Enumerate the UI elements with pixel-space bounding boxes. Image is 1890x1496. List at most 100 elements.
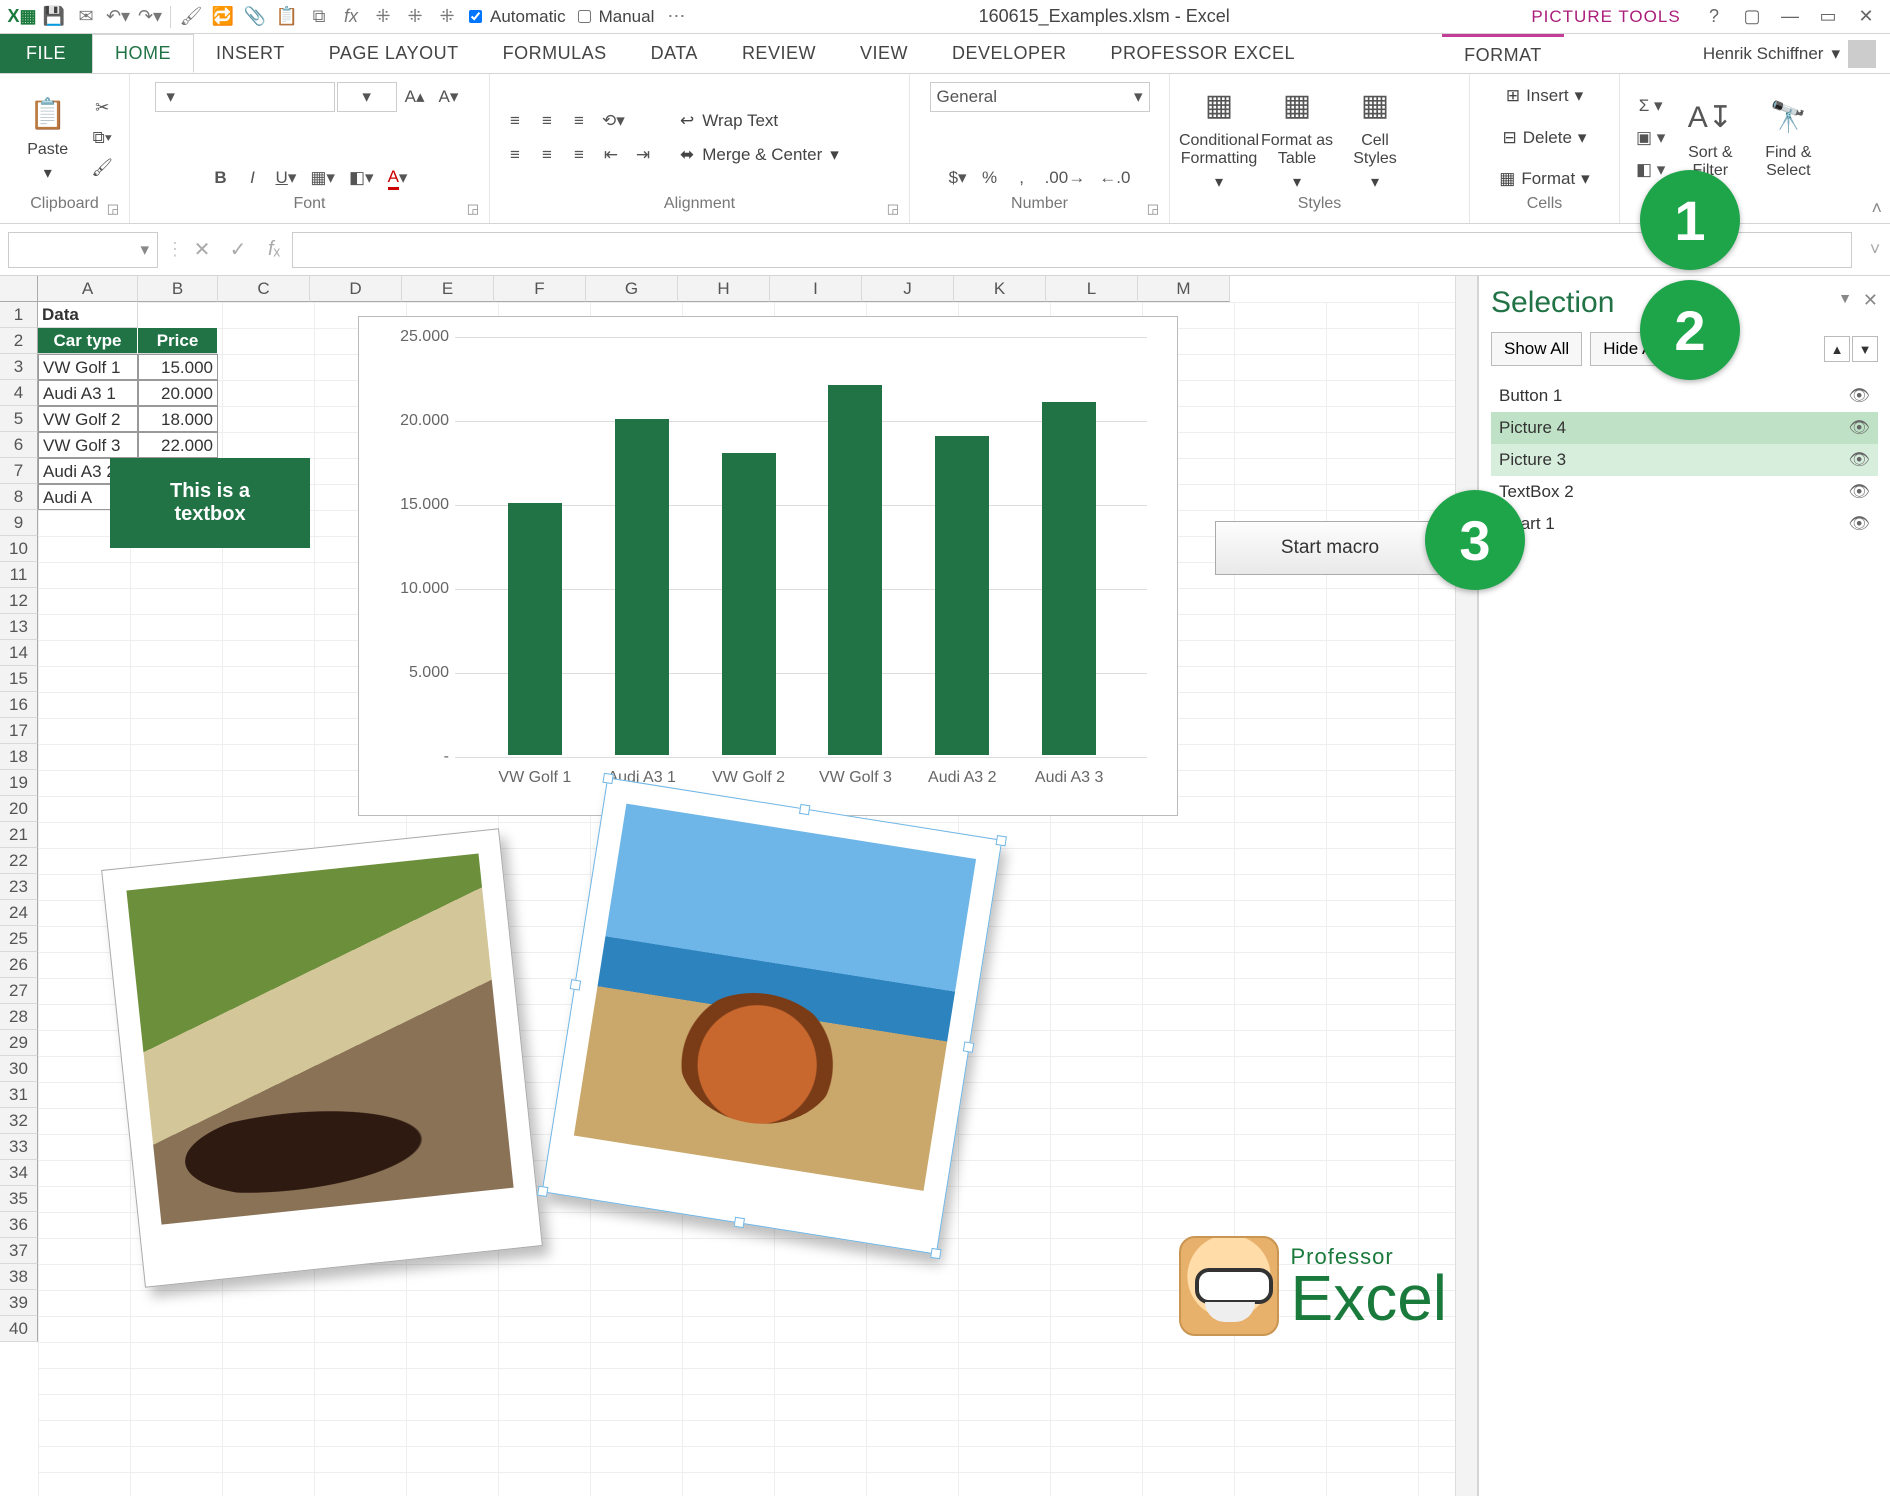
visibility-toggle-icon[interactable]: 👁 xyxy=(1848,418,1870,438)
row-2[interactable]: 2 xyxy=(0,328,38,354)
group-icon[interactable]: ⁜ xyxy=(367,3,399,31)
format-as-table-button[interactable]: ▦Format as Table▾ xyxy=(1258,84,1336,192)
tab-professor-excel[interactable]: PROFESSOR EXCEL xyxy=(1089,34,1318,73)
help-icon[interactable]: ? xyxy=(1696,6,1732,27)
col-A[interactable]: A xyxy=(38,276,138,302)
row-14[interactable]: 14 xyxy=(0,640,38,666)
row-10[interactable]: 10 xyxy=(0,536,38,562)
tab-formulas[interactable]: FORMULAS xyxy=(481,34,629,73)
row-9[interactable]: 9 xyxy=(0,510,38,536)
row-18[interactable]: 18 xyxy=(0,744,38,770)
cell-B4[interactable]: 20.000 xyxy=(138,380,218,406)
row-4[interactable]: 4 xyxy=(0,380,38,406)
accounting-icon[interactable]: $▾ xyxy=(943,163,973,193)
decrease-decimal-icon[interactable]: ←.0 xyxy=(1093,163,1136,193)
selection-item[interactable]: Chart 1👁 xyxy=(1491,508,1878,540)
row-21[interactable]: 21 xyxy=(0,822,38,848)
autosum-icon[interactable]: Σ ▾ xyxy=(1630,91,1671,121)
worksheet-grid[interactable]: A B C D E F G H I J K L M 12345678910111… xyxy=(0,276,1478,1496)
redo-icon[interactable]: ↷▾ xyxy=(134,3,166,31)
enter-formula-icon[interactable]: ✓ xyxy=(220,237,256,262)
row-15[interactable]: 15 xyxy=(0,666,38,692)
copy-icon[interactable]: ⧉▾ xyxy=(85,123,119,153)
alignment-launcher-icon[interactable]: ◲ xyxy=(887,201,899,217)
selection-handle-icon[interactable] xyxy=(602,773,613,784)
cell-B5[interactable]: 18.000 xyxy=(138,406,218,432)
minimize-icon[interactable]: — xyxy=(1772,6,1808,27)
col-K[interactable]: K xyxy=(954,276,1046,302)
row-28[interactable]: 28 xyxy=(0,1004,38,1030)
indent-dec-icon[interactable]: ⇤ xyxy=(596,140,626,170)
taskpane-menu-icon[interactable]: ▼ xyxy=(1838,290,1852,306)
font-family-combo[interactable]: ▾ xyxy=(155,82,335,112)
close-icon[interactable]: ✕ xyxy=(1848,6,1884,27)
row-31[interactable]: 31 xyxy=(0,1082,38,1108)
ungroup-icon[interactable]: ⁜ xyxy=(399,3,431,31)
selection-handle-icon[interactable] xyxy=(930,1248,941,1259)
row-26[interactable]: 26 xyxy=(0,952,38,978)
save-icon[interactable]: 💾 xyxy=(38,3,70,31)
tab-insert[interactable]: INSERT xyxy=(194,34,307,73)
format-cells-button[interactable]: ▦Format ▾ xyxy=(1499,163,1589,195)
row-33[interactable]: 33 xyxy=(0,1134,38,1160)
cell-A3[interactable]: VW Golf 1 xyxy=(38,354,138,380)
row-headers[interactable]: 1234567891011121314151617181920212223242… xyxy=(0,302,38,1342)
selection-item[interactable]: Picture 4👁 xyxy=(1491,412,1878,444)
taskpane-close-icon[interactable]: ✕ xyxy=(1863,290,1878,311)
font-size-combo[interactable]: ▾ xyxy=(337,82,397,112)
name-box[interactable]: ▾ xyxy=(8,232,158,268)
fill-icon[interactable]: ▣ ▾ xyxy=(1630,123,1671,153)
merge-center-button[interactable]: ⬌Merge & Center ▾ xyxy=(668,138,851,172)
selection-handle-icon[interactable] xyxy=(570,979,581,990)
font-color-icon[interactable]: A▾ xyxy=(382,163,414,193)
number-launcher-icon[interactable]: ◲ xyxy=(1147,201,1159,217)
font-launcher-icon[interactable]: ◲ xyxy=(467,201,479,217)
insert-cells-button[interactable]: ⊞Insert ▾ xyxy=(1506,80,1583,112)
align-right-icon[interactable]: ≡ xyxy=(564,140,594,170)
row-1[interactable]: 1 xyxy=(0,302,38,328)
align-center-icon[interactable]: ≡ xyxy=(532,140,562,170)
cell-A5[interactable]: VW Golf 2 xyxy=(38,406,138,432)
tab-file[interactable]: FILE xyxy=(0,34,92,73)
increase-font-icon[interactable]: A▴ xyxy=(399,82,431,112)
comma-icon[interactable]: , xyxy=(1007,163,1037,193)
visibility-toggle-icon[interactable]: 👁 xyxy=(1848,450,1870,470)
italic-icon[interactable]: I xyxy=(238,163,268,193)
row-11[interactable]: 11 xyxy=(0,562,38,588)
replace-icon[interactable]: 🔁 xyxy=(207,3,239,31)
col-M[interactable]: M xyxy=(1138,276,1230,302)
calc-manual-checkbox[interactable]: Manual xyxy=(578,7,655,27)
start-macro-button[interactable]: Start macro xyxy=(1215,521,1445,575)
orientation-icon[interactable]: ⟲▾ xyxy=(596,106,631,136)
cut-icon[interactable]: ✂ xyxy=(85,93,119,123)
row-5[interactable]: 5 xyxy=(0,406,38,432)
row-38[interactable]: 38 xyxy=(0,1264,38,1290)
row-24[interactable]: 24 xyxy=(0,900,38,926)
row-37[interactable]: 37 xyxy=(0,1238,38,1264)
col-H[interactable]: H xyxy=(678,276,770,302)
visibility-toggle-icon[interactable]: 👁 xyxy=(1848,514,1870,534)
selection-handle-icon[interactable] xyxy=(963,1041,974,1052)
selection-handle-icon[interactable] xyxy=(996,835,1007,846)
col-C[interactable]: C xyxy=(218,276,310,302)
collapse-ribbon-icon[interactable]: ˄ xyxy=(1871,198,1882,219)
row-19[interactable]: 19 xyxy=(0,770,38,796)
tab-home[interactable]: HOME xyxy=(92,34,194,73)
selection-handle-icon[interactable] xyxy=(734,1217,745,1228)
calc-automatic-checkbox[interactable]: Automatic xyxy=(469,7,566,27)
format-painter-icon[interactable]: 🖌 xyxy=(85,153,119,183)
row-22[interactable]: 22 xyxy=(0,848,38,874)
row-13[interactable]: 13 xyxy=(0,614,38,640)
col-F[interactable]: F xyxy=(494,276,586,302)
decrease-font-icon[interactable]: A▾ xyxy=(433,82,465,112)
increase-decimal-icon[interactable]: .00→ xyxy=(1039,163,1092,193)
col-J[interactable]: J xyxy=(862,276,954,302)
cell-B3[interactable]: 15.000 xyxy=(138,354,218,380)
embedded-textbox[interactable]: This is a textbox xyxy=(110,458,310,548)
tab-review[interactable]: REVIEW xyxy=(720,34,838,73)
expand-formula-bar-icon[interactable]: ˅ xyxy=(1860,239,1890,260)
visibility-toggle-icon[interactable]: 👁 xyxy=(1848,386,1870,406)
select-all-corner[interactable] xyxy=(0,276,38,302)
tab-view[interactable]: VIEW xyxy=(838,34,930,73)
account-user[interactable]: Henrik Schiffner ▾ xyxy=(1689,34,1890,73)
